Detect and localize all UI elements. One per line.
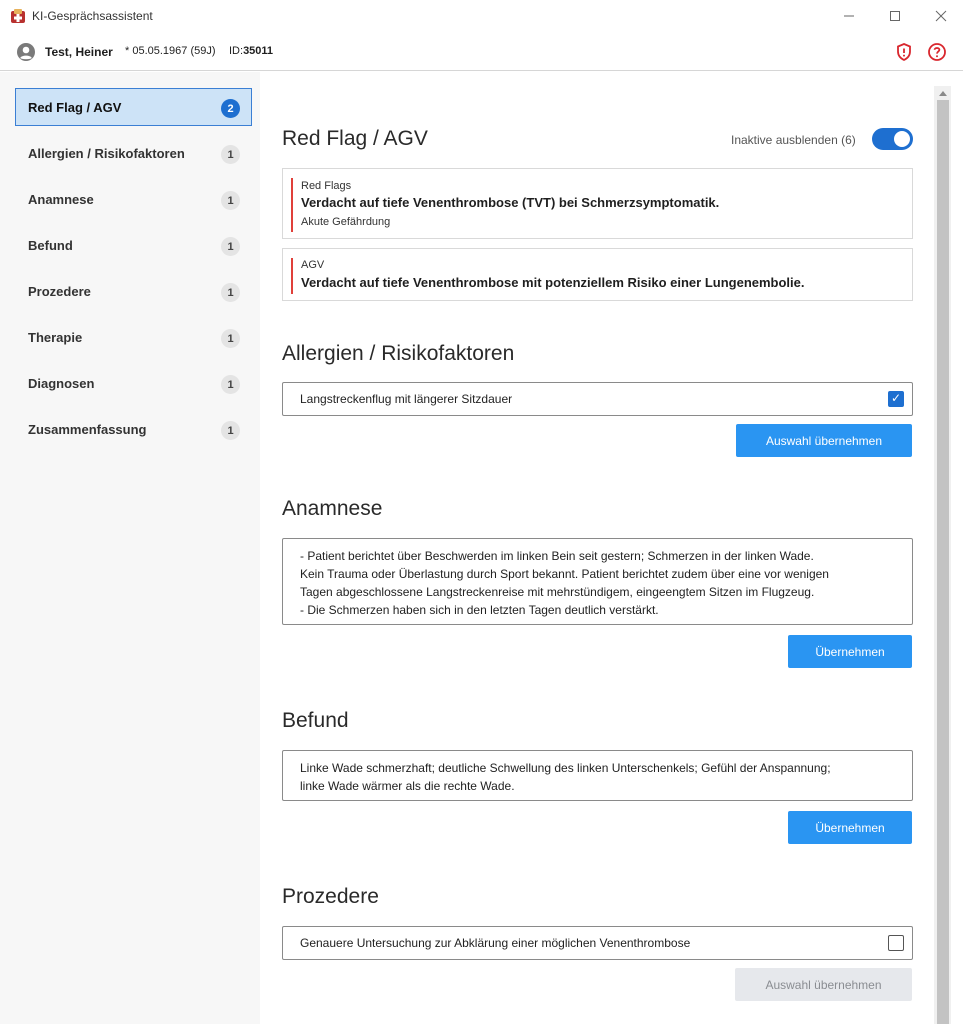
count-badge: 1 [221,145,240,164]
patient-dob: * 05.05.1967 (59J) [125,45,216,57]
section-title-red-flag: Red Flag / AGV [282,127,428,150]
sidebar-item-red-flag[interactable]: Red Flag / AGV 2 [15,88,252,126]
maximize-icon [890,11,900,21]
procedure-item[interactable]: Genauere Untersuchung zur Abklärung eine… [282,926,913,960]
flag-subtext: Akute Gefährdung [301,216,391,228]
count-badge: 1 [221,283,240,302]
sidebar-item-label: Anamnese [28,192,94,207]
sidebar-item-label: Diagnosen [28,376,95,391]
anamnese-apply-button[interactable]: Übernehmen [788,635,912,668]
flag-indicator [291,258,293,294]
flag-indicator [291,178,293,232]
section-title-prozedere: Prozedere [282,885,379,908]
risk-factor-checkbox[interactable]: ✓ [888,391,904,407]
maximize-button[interactable] [872,0,918,32]
patient-id-value: 35011 [243,45,274,57]
anamnese-line: Kein Trauma oder Überlastung durch Sport… [300,567,829,581]
sidebar-item-label: Befund [28,238,73,253]
sidebar-item-prozedere[interactable]: Prozedere 1 [15,272,252,310]
anamnese-line: - Die Schmerzen haben sich in den letzte… [300,603,659,617]
section-title-allergien: Allergien / Risikofaktoren [282,342,515,365]
befund-apply-button[interactable]: Übernehmen [788,811,912,844]
befund-line: linke Wade wärmer als die rechte Wade. [300,779,515,793]
patient-id: ID:35011 [229,45,273,57]
risk-factor-text: Langstreckenflug mit längerer Sitzdauer [300,392,513,406]
anamnese-text-box[interactable]: - Patient berichtet über Beschwerden im … [282,538,913,625]
count-badge: 2 [221,99,240,118]
scrollbar-thumb[interactable] [937,100,949,1024]
minimize-button[interactable] [826,0,872,32]
anamnese-line: Tagen abgeschlossene Langstreckenreise m… [300,585,815,599]
patient-id-label: ID: [229,45,244,57]
flag-category: Red Flags [301,180,352,192]
patient-name: Test, Heiner [45,45,113,59]
close-icon [935,10,947,22]
flag-text: Verdacht auf tiefe Venenthrombose mit po… [301,275,805,290]
hide-inactive-toggle[interactable] [872,128,913,150]
count-badge: 1 [221,421,240,440]
risk-factor-item[interactable]: Langstreckenflug mit längerer Sitzdauer … [282,382,913,416]
help-circle-icon[interactable] [927,42,947,62]
anamnese-line: - Patient berichtet über Beschwerden im … [300,549,814,563]
procedure-apply-selection-button[interactable]: Auswahl übernehmen [735,968,912,1001]
scroll-up-arrow-icon[interactable] [939,91,947,96]
count-badge: 1 [221,329,240,348]
sidebar-item-label: Prozedere [28,284,91,299]
sidebar: Red Flag / AGV 2 Allergien / Risikofakto… [0,72,260,1024]
section-title-befund: Befund [282,709,349,732]
window-titlebar: KI-Gesprächsassistent [0,0,963,32]
procedure-text: Genauere Untersuchung zur Abklärung eine… [300,936,691,950]
minimize-icon [844,15,854,17]
sidebar-item-zusammenfassung[interactable]: Zusammenfassung 1 [15,410,252,448]
sidebar-item-label: Red Flag / AGV [28,100,122,115]
patient-header: Test, Heiner * 05.05.1967 (59J) ID:35011 [0,33,963,71]
user-circle-icon [17,43,35,61]
section-title-anamnese: Anamnese [282,497,383,520]
sidebar-item-label: Therapie [28,330,83,345]
procedure-checkbox[interactable] [888,935,904,951]
count-badge: 1 [221,191,240,210]
apply-selection-button[interactable]: Auswahl übernehmen [736,424,912,457]
sidebar-item-label: Zusammenfassung [28,422,147,437]
sidebar-item-anamnese[interactable]: Anamnese 1 [15,180,252,218]
count-badge: 1 [221,237,240,256]
sidebar-item-diagnosen[interactable]: Diagnosen 1 [15,364,252,402]
befund-line: Linke Wade schmerzhaft; deutliche Schwel… [300,761,831,775]
count-badge: 1 [221,375,240,394]
toggle-knob [894,131,910,147]
sidebar-item-label: Allergien / Risikofaktoren [28,146,185,161]
flag-category: AGV [301,259,325,271]
hide-inactive-label: Inaktive ausblenden (6) [731,133,856,147]
sidebar-item-befund[interactable]: Befund 1 [15,226,252,264]
befund-text-box[interactable]: Linke Wade schmerzhaft; deutliche Schwel… [282,750,913,801]
close-button[interactable] [918,0,963,32]
red-flag-card: Red Flags Verdacht auf tiefe Venenthromb… [282,168,913,239]
flag-text: Verdacht auf tiefe Venenthrombose (TVT) … [301,195,720,210]
sidebar-item-therapie[interactable]: Therapie 1 [15,318,252,356]
sidebar-item-allergien[interactable]: Allergien / Risikofaktoren 1 [15,134,252,172]
app-logo-icon [11,9,25,23]
shield-alert-icon[interactable] [894,42,914,62]
agv-card: AGV Verdacht auf tiefe Venenthrombose mi… [282,248,913,301]
window-title: KI-Gesprächsassistent [32,9,153,23]
